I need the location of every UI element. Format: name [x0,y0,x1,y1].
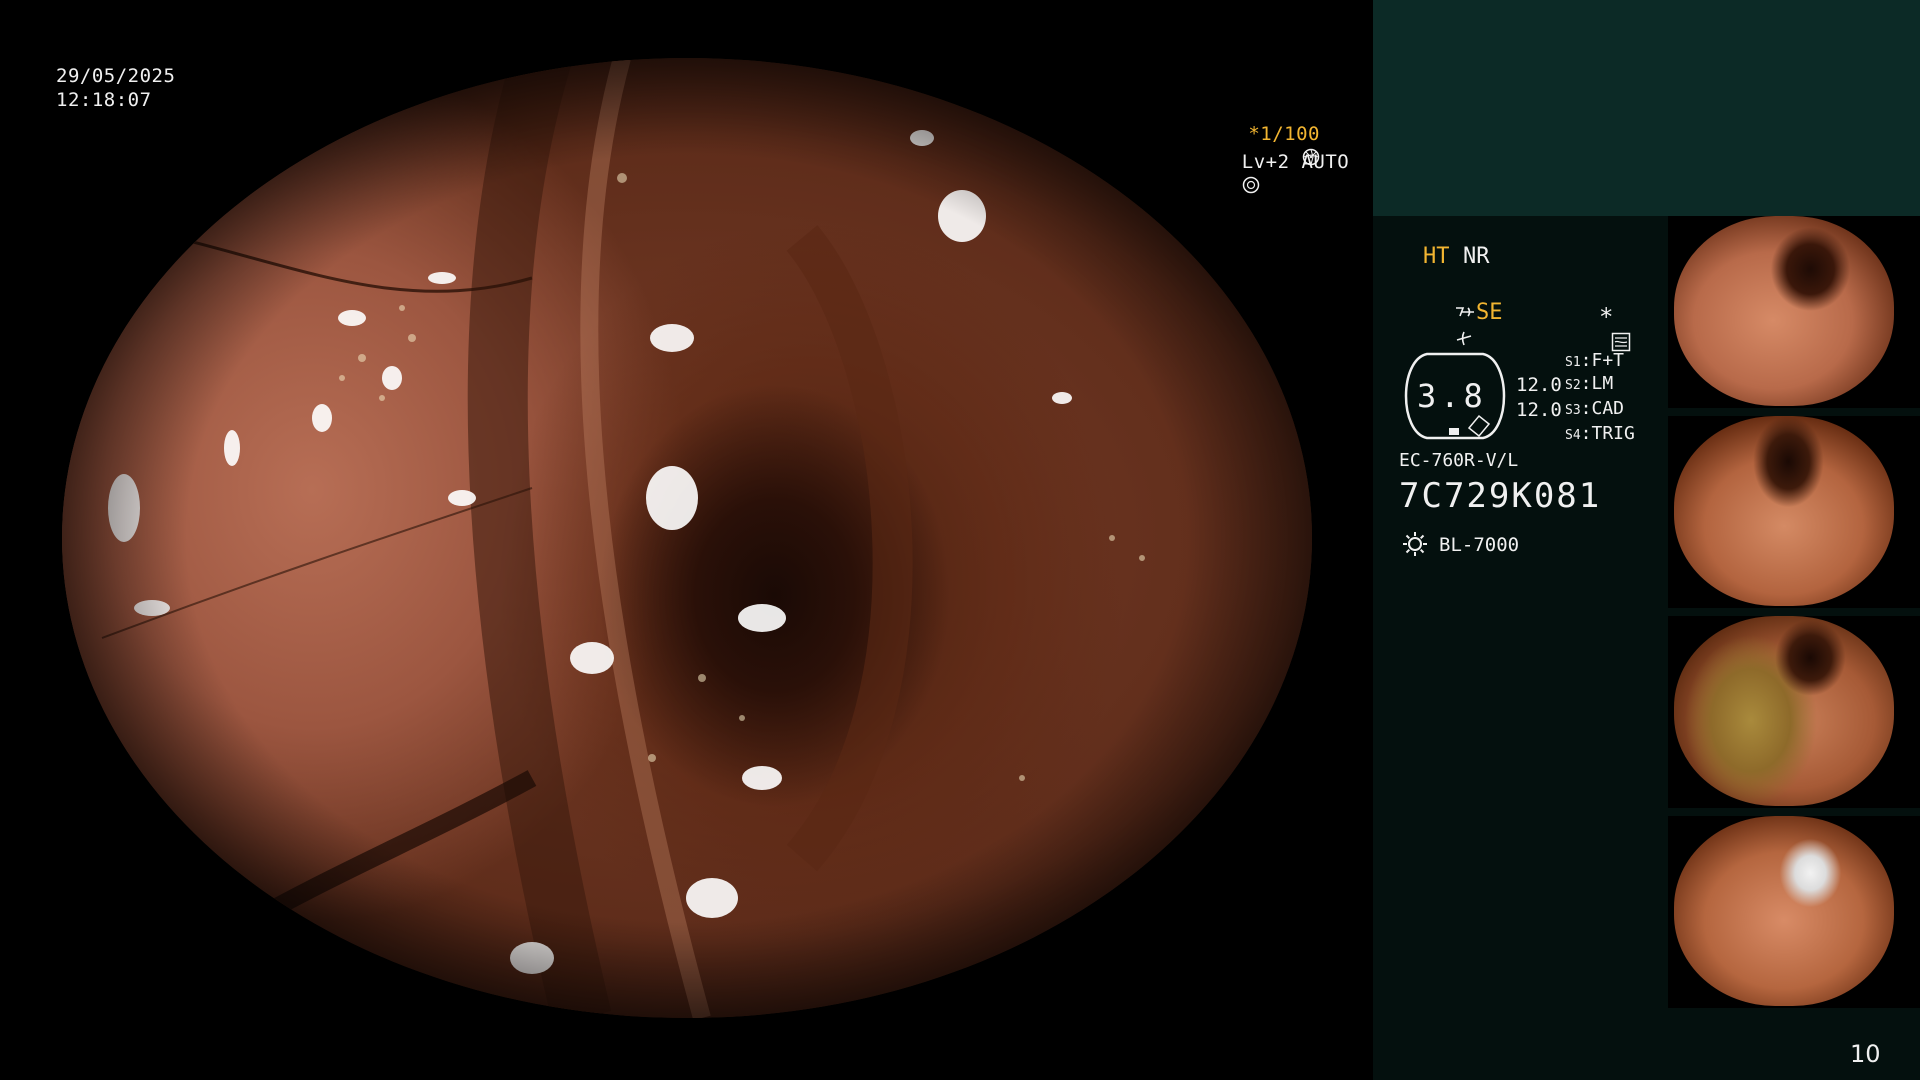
light-level-readout: Lv+2 AUTO [1194,126,1349,222]
thumbnail-image [1674,216,1894,406]
switch-value: CAD [1591,398,1625,419]
time-readout: 12:18:07 [56,89,152,111]
switch-value: TRIG [1591,423,1635,444]
switch-key: S4 [1565,428,1581,443]
light-source-model: BL-7000 [1439,534,1520,556]
se-label: SE [1475,300,1503,325]
switch-key: S3 [1565,403,1581,418]
thumbnail-image [1674,816,1894,1006]
date-readout: 29/05/2025 [56,65,176,87]
switch-s2: S2:LM [1565,373,1614,394]
sun-icon [1403,532,1427,556]
captured-thumbnail[interactable] [1668,816,1920,1008]
switch-key: S1 [1565,355,1581,370]
nr-indicator: NR [1463,244,1490,269]
endoscope-live-image [62,58,1312,1018]
star-indicator: * [1599,303,1614,331]
scope-serial: 7C729K081 [1399,476,1602,516]
captured-images-strip [1668,216,1920,1016]
side-panel-header [1373,0,1920,216]
switch-key: S2 [1565,378,1581,393]
endoscope-main-view: 29/05/2025 12:18:07 *1/100 Lv+2 AUTO [0,0,1373,1080]
captured-thumbnail[interactable] [1668,416,1920,608]
switch-s3: S3:CAD [1565,398,1625,419]
thumbnail-image [1674,416,1894,606]
ht-indicator: HT [1423,244,1450,269]
switch-value: LM [1591,373,1614,394]
scope-model: EC-760R-V/L [1399,450,1519,471]
switch-value: F+T [1591,350,1625,371]
mode-panel-icon [1611,332,1631,352]
gauge-value: 3.8 [1417,377,1487,415]
thumbnail-image [1674,616,1894,806]
light-level-value: Lv+2 AUTO [1241,151,1350,173]
value-readout-1: 12.0 [1516,374,1562,396]
captured-thumbnail[interactable] [1668,216,1920,408]
insertion-icon [1456,331,1472,346]
switch-s1: S1:F+T [1565,350,1625,371]
mucosa-texture [101,58,1145,1018]
aperture-icon [1242,176,1260,194]
captured-thumbnail[interactable] [1668,616,1920,808]
value-readout-2: 12.0 [1516,399,1562,421]
switch-s4: S4:TRIG [1565,423,1635,444]
image-count: 10 [1850,1040,1881,1068]
